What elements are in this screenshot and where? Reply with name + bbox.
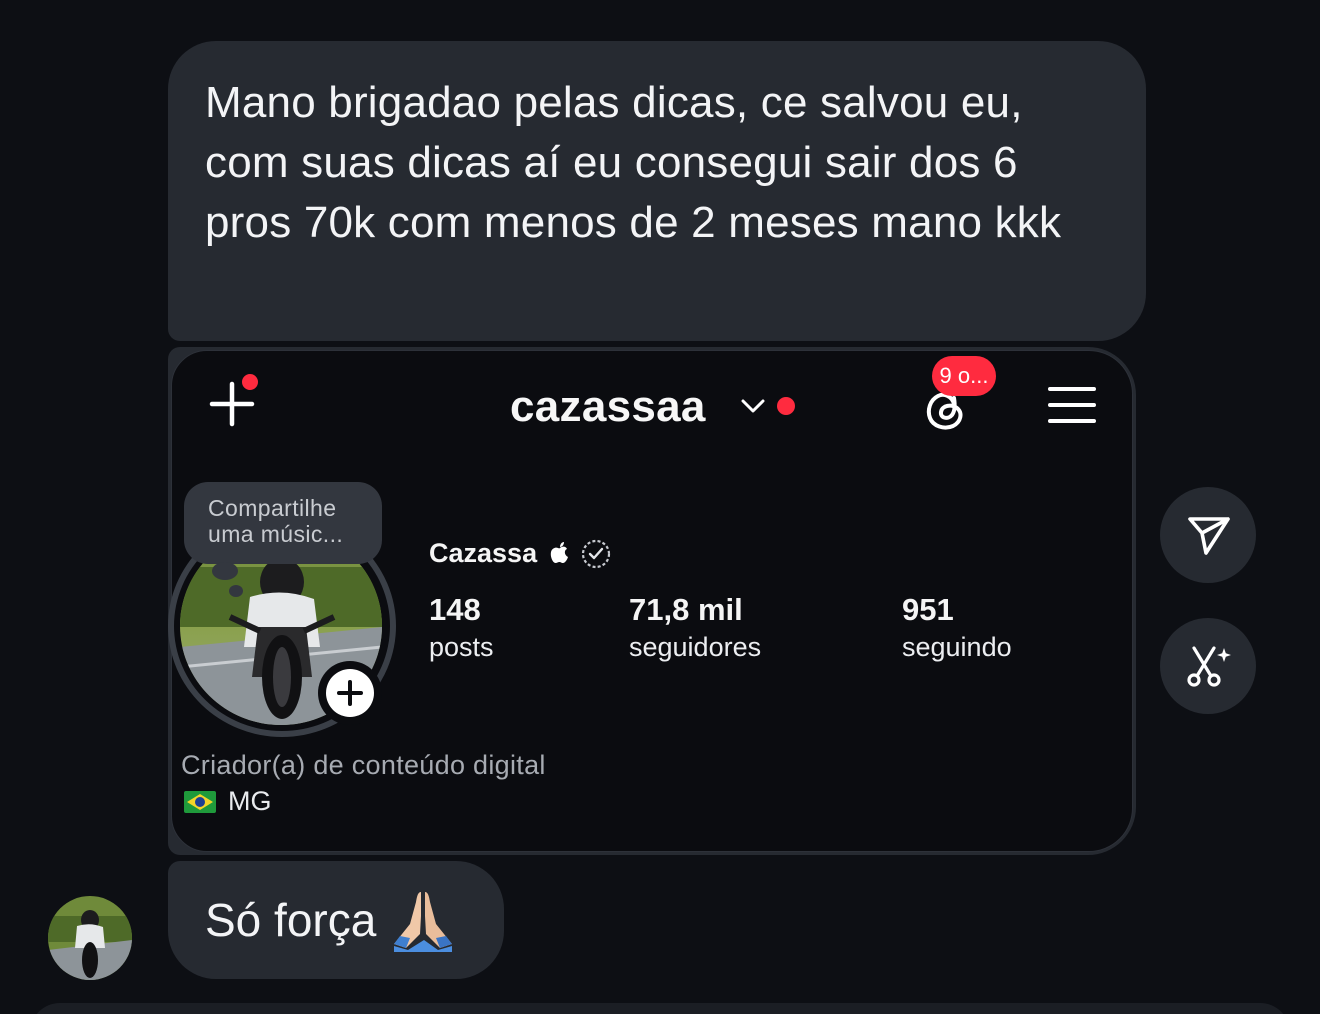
profile-location: MG [228, 786, 272, 816]
notification-badge: 9 o... [932, 356, 996, 396]
profile-username: cazassaa [510, 382, 706, 431]
add-icon [337, 680, 363, 706]
message-composer[interactable] [30, 1003, 1290, 1014]
message-text: Só força [205, 894, 377, 946]
scissors-sparkle-icon [1187, 646, 1231, 687]
new-dot [240, 372, 260, 392]
remix-button[interactable] [1160, 618, 1256, 714]
chevron-down-icon [741, 399, 765, 413]
brazil-flag-icon [184, 791, 216, 813]
note-tail [212, 562, 238, 580]
note-bubble: Compartilhe uma músic... [184, 482, 382, 564]
message-bubble[interactable]: Só força [168, 861, 504, 979]
sender-avatar[interactable] [48, 896, 132, 980]
note-text: Compartilhe uma músic... [208, 495, 344, 547]
following-label: seguindo [902, 632, 1012, 662]
verified-badge-icon [581, 539, 611, 569]
share-button[interactable] [1160, 487, 1256, 583]
profile-category: Criador(a) de conteúdo digital [181, 750, 546, 780]
username-dot [777, 397, 795, 415]
stat-following: 951 seguindo [902, 592, 1012, 664]
display-name: Cazassa [429, 538, 538, 568]
followers-count: 71,8 mil [629, 592, 743, 627]
chat-screen: Mano brigadao pelas dicas, ce salvou eu,… [0, 0, 1320, 1014]
message-text: Mano brigadao pelas dicas, ce salvou eu,… [205, 78, 1062, 247]
apple-icon [550, 542, 568, 563]
followers-label: seguidores [629, 632, 762, 662]
message-bubble[interactable]: Mano brigadao pelas dicas, ce salvou eu,… [168, 41, 1146, 341]
stat-posts: 148 posts [429, 592, 494, 664]
following-count: 951 [902, 592, 954, 627]
posts-count: 148 [429, 592, 481, 627]
menu-icon [1048, 387, 1096, 423]
send-icon [1188, 517, 1230, 555]
posts-label: posts [429, 632, 494, 662]
praying-hands-emoji [394, 892, 453, 952]
note-tail-small [229, 585, 243, 597]
stat-followers: 71,8 mil seguidores [629, 592, 761, 664]
